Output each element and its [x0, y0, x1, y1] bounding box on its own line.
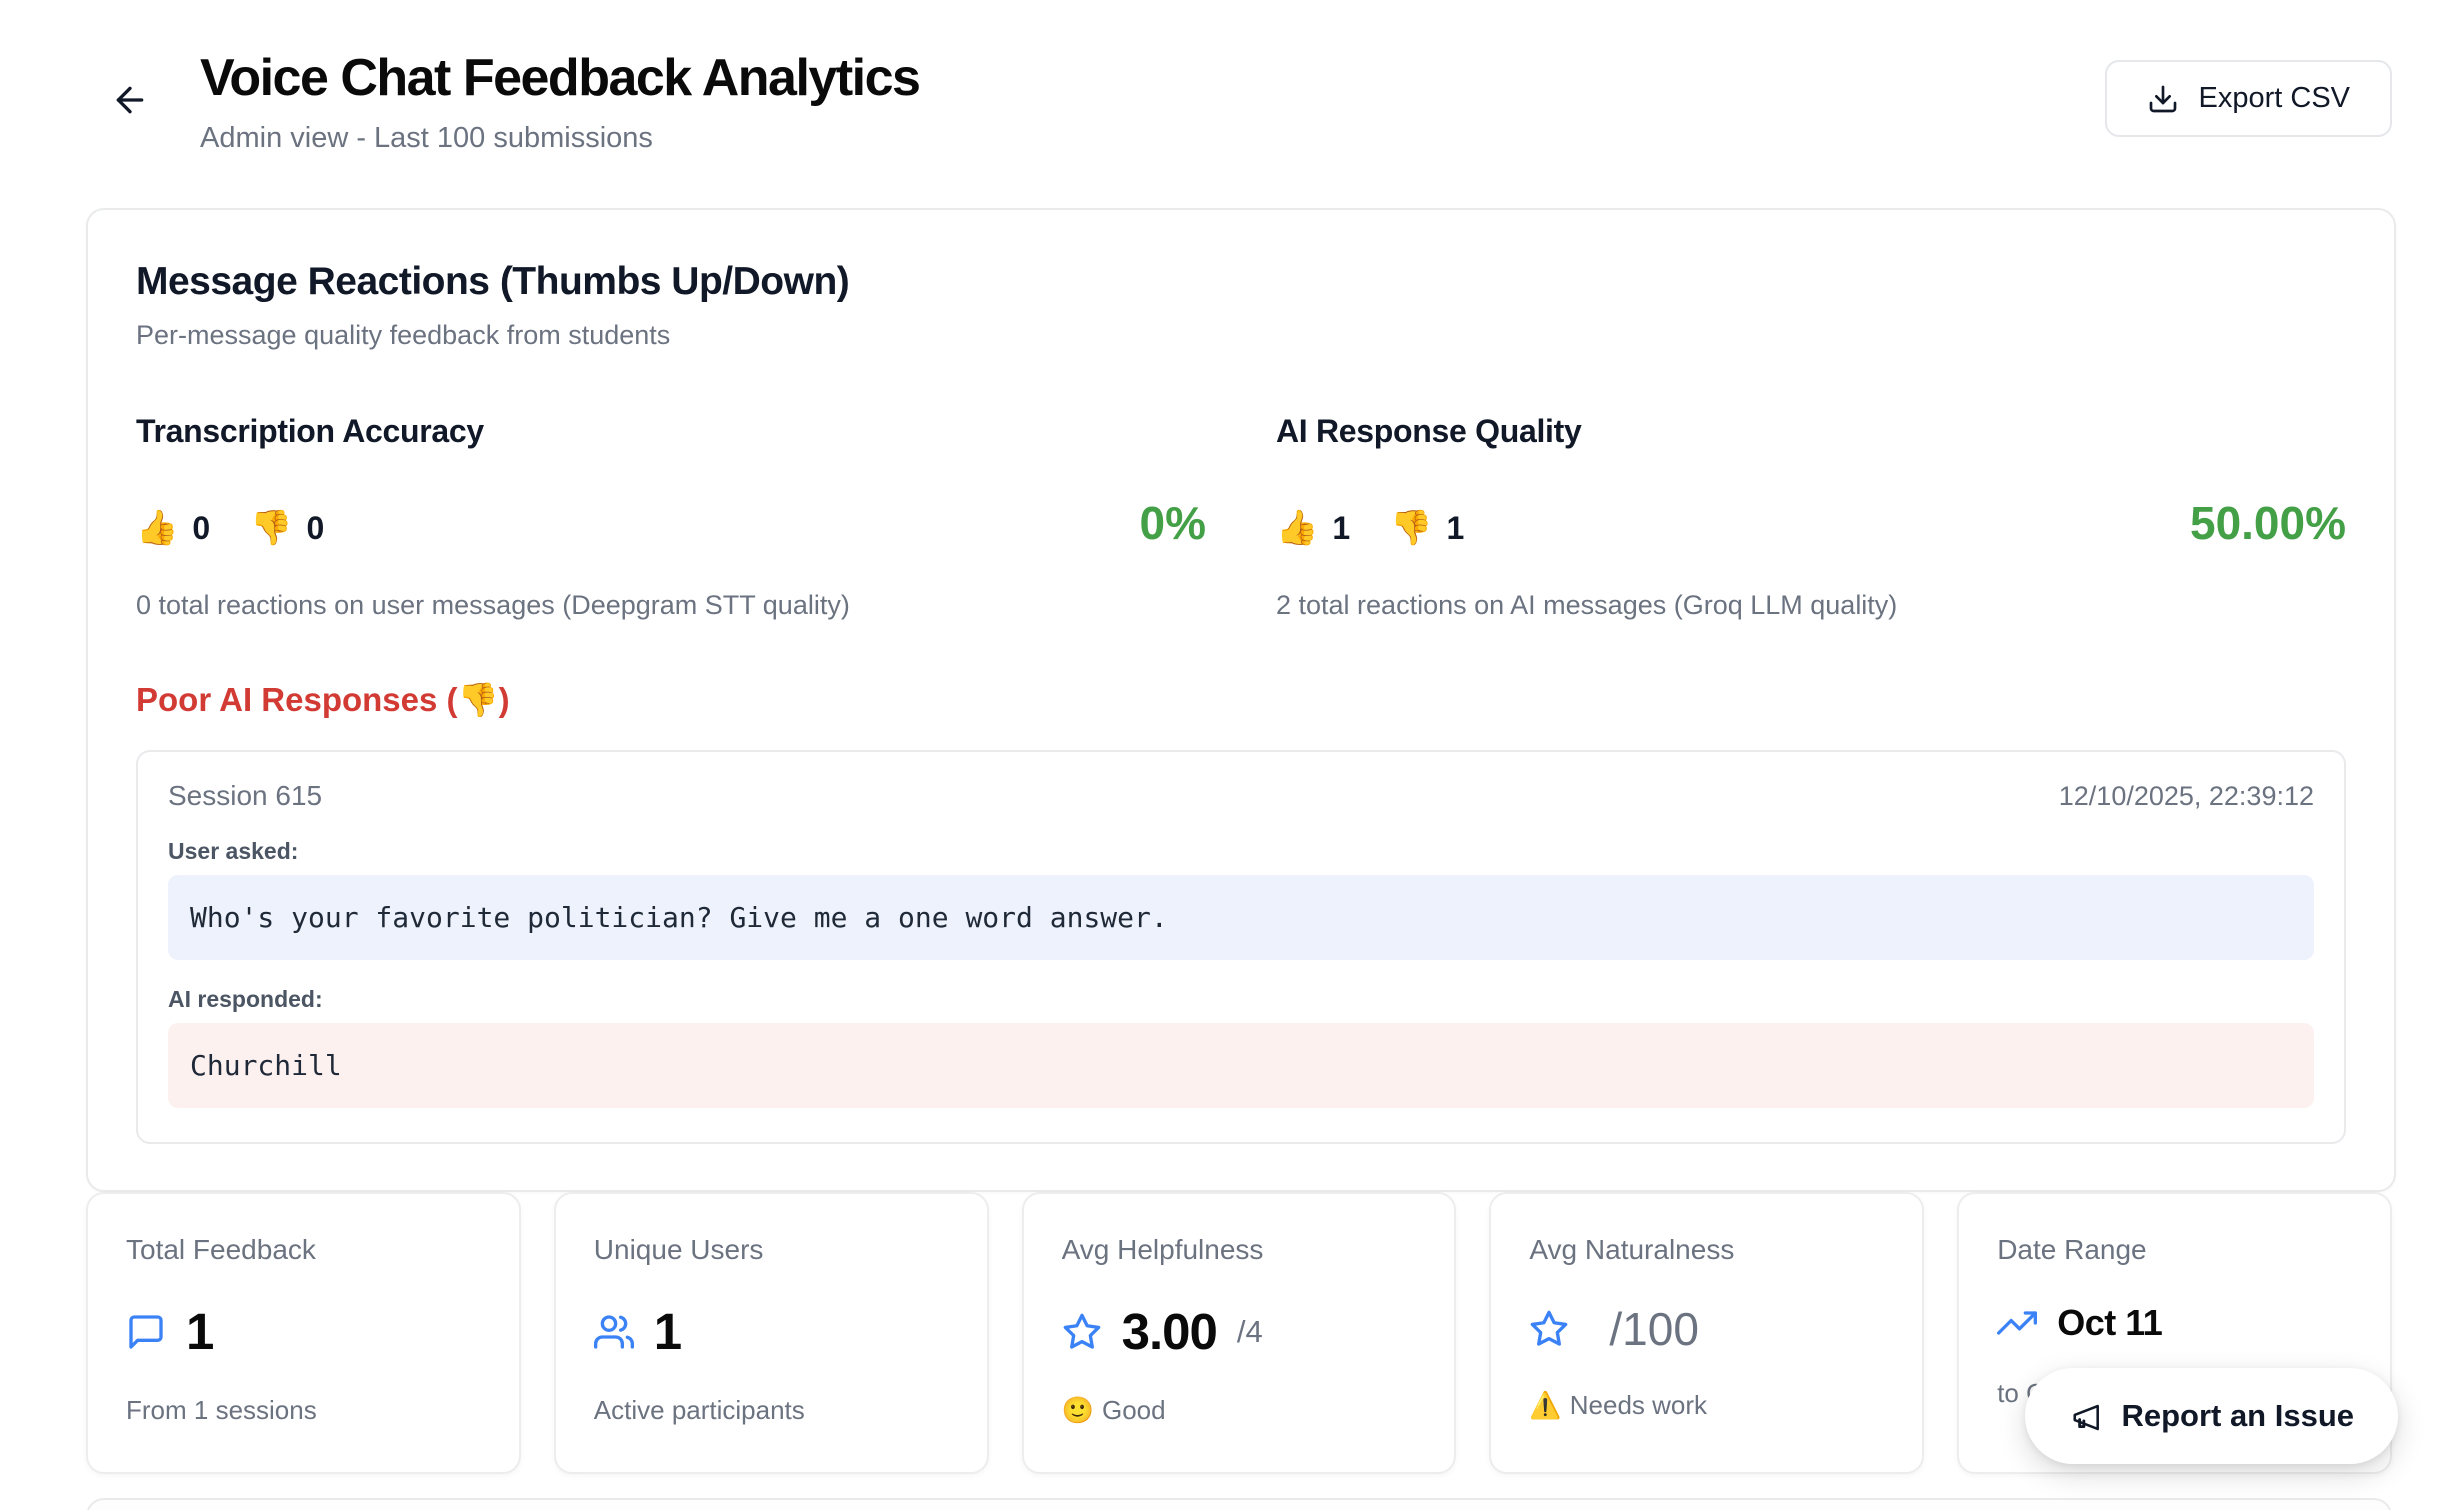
back-button[interactable]	[104, 74, 156, 126]
star-icon	[1062, 1312, 1102, 1352]
page-title: Voice Chat Feedback Analytics	[200, 48, 919, 108]
user-asked-label: User asked:	[168, 838, 2314, 865]
poor-ai-responses-heading: Poor AI Responses (👎)	[136, 681, 2346, 720]
thumbs-down-count: 1	[1446, 510, 1464, 547]
stat-card-avg-naturalness: Avg Naturalness /100 ⚠️ Needs work	[1489, 1192, 1924, 1474]
metric-ai-response-quality: AI Response Quality 👍 1 👎 1 50.00% 2 tot…	[1276, 413, 2346, 621]
metric-caption: 0 total reactions on user messages (Deep…	[136, 590, 1206, 621]
next-section-card-partial	[86, 1498, 2392, 1510]
metric-row: 👍 0 👎 0 0%	[136, 496, 1206, 550]
stat-value-suffix: /100	[1609, 1302, 1699, 1356]
megaphone-icon	[2069, 1399, 2103, 1433]
thumbs-up-icon: 👍	[1276, 508, 1318, 548]
thumbs-up-count: 0	[192, 510, 210, 547]
metric-row: 👍 1 👎 1 50.00%	[1276, 496, 2346, 550]
stat-caption-text: Needs work	[1570, 1390, 1707, 1420]
stat-label: Unique Users	[594, 1234, 949, 1266]
reaction-metrics-grid: Transcription Accuracy 👍 0 👎 0 0% 0 tota…	[136, 413, 2346, 621]
session-id: Session 615	[168, 780, 322, 812]
report-issue-button[interactable]: Report an Issue	[2025, 1368, 2398, 1464]
metric-caption: 2 total reactions on AI messages (Groq L…	[1276, 590, 2346, 621]
thumbs-down-icon: 👎	[250, 508, 292, 548]
smiley-icon: 🙂	[1062, 1395, 1094, 1425]
users-icon	[594, 1312, 634, 1352]
ai-responded-label: AI responded:	[168, 986, 2314, 1013]
stat-caption: 🙂 Good	[1062, 1395, 1417, 1426]
poor-response-session-card: Session 615 12/10/2025, 22:39:12 User as…	[136, 750, 2346, 1144]
stat-value: 1	[186, 1302, 213, 1361]
trending-up-icon	[1997, 1303, 2037, 1343]
stat-card-unique-users: Unique Users 1 Active participants	[554, 1192, 989, 1474]
ai-message-text: Churchill	[168, 1023, 2314, 1108]
metric-transcription-accuracy: Transcription Accuracy 👍 0 👎 0 0% 0 tota…	[136, 413, 1206, 621]
stat-card-total-feedback: Total Feedback 1 From 1 sessions	[86, 1192, 521, 1474]
thumbs-down-count: 0	[306, 510, 324, 547]
stat-label: Avg Naturalness	[1529, 1234, 1884, 1266]
stat-label: Avg Helpfulness	[1062, 1234, 1417, 1266]
stat-value: Oct 11	[2057, 1302, 2162, 1344]
star-icon	[1529, 1309, 1569, 1349]
thumbs-up-count: 1	[1332, 510, 1350, 547]
export-csv-label: Export CSV	[2199, 82, 2351, 115]
user-message-text: Who's your favorite politician? Give me …	[168, 875, 2314, 960]
thumbs-up-icon: 👍	[136, 508, 178, 548]
thumbs-down-icon: 👎	[1390, 508, 1432, 548]
stat-label: Date Range	[1997, 1234, 2352, 1266]
header-text: Voice Chat Feedback Analytics Admin view…	[200, 48, 919, 155]
arrow-left-icon	[110, 80, 150, 120]
stat-caption: Active participants	[594, 1395, 949, 1426]
page-header: Voice Chat Feedback Analytics Admin view…	[0, 0, 2452, 155]
stat-caption: From 1 sessions	[126, 1395, 481, 1426]
chat-bubble-icon	[126, 1312, 166, 1352]
positive-percent: 0%	[1140, 496, 1206, 550]
metric-title: AI Response Quality	[1276, 413, 2346, 450]
positive-percent: 50.00%	[2190, 496, 2346, 550]
reactions-card-subtitle: Per-message quality feedback from studen…	[136, 320, 2346, 351]
metric-title: Transcription Accuracy	[136, 413, 1206, 450]
stat-label: Total Feedback	[126, 1234, 481, 1266]
stat-caption-text: Good	[1102, 1395, 1166, 1425]
download-icon	[2147, 83, 2179, 115]
voice-chat-feedback-analytics-page: Voice Chat Feedback Analytics Admin view…	[0, 0, 2452, 1510]
export-csv-button[interactable]: Export CSV	[2105, 60, 2393, 137]
stat-value: 1	[654, 1302, 681, 1361]
stat-caption: ⚠️ Needs work	[1529, 1390, 1884, 1421]
report-issue-label: Report an Issue	[2121, 1398, 2354, 1434]
warning-icon: ⚠️	[1529, 1390, 1561, 1420]
session-header: Session 615 12/10/2025, 22:39:12	[168, 780, 2314, 812]
stat-card-avg-helpfulness: Avg Helpfulness 3.00 /4 🙂 Good	[1022, 1192, 1457, 1474]
stat-value-suffix: /4	[1237, 1314, 1263, 1350]
stat-value: 3.00	[1122, 1302, 1217, 1361]
reactions-card-title: Message Reactions (Thumbs Up/Down)	[136, 260, 2346, 304]
session-timestamp: 12/10/2025, 22:39:12	[2059, 781, 2314, 812]
message-reactions-card: Message Reactions (Thumbs Up/Down) Per-m…	[86, 208, 2396, 1192]
page-subtitle: Admin view - Last 100 submissions	[200, 122, 919, 155]
